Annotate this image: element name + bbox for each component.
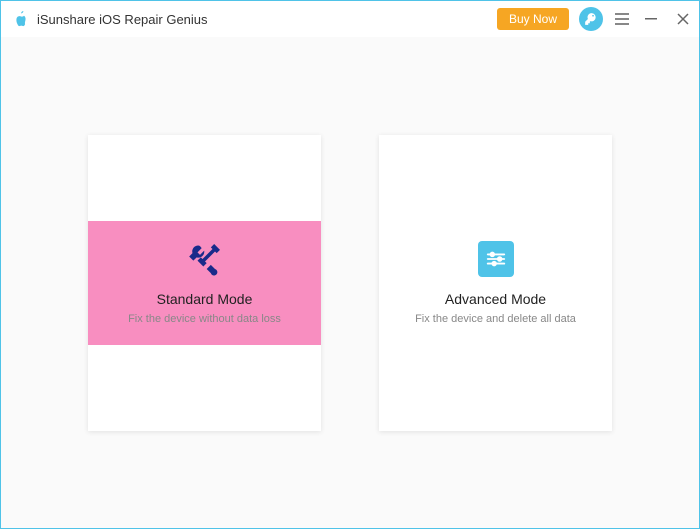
sliders-icon <box>478 239 514 279</box>
advanced-mode-content: Advanced Mode Fix the device and delete … <box>379 221 612 345</box>
menu-icon[interactable] <box>615 13 629 25</box>
advanced-mode-desc: Fix the device and delete all data <box>415 313 576 325</box>
advanced-mode-card[interactable]: Advanced Mode Fix the device and delete … <box>379 135 612 431</box>
buy-now-button[interactable]: Buy Now <box>497 8 569 30</box>
close-button[interactable] <box>675 11 691 27</box>
standard-mode-highlight: Standard Mode Fix the device without dat… <box>88 221 321 345</box>
standard-mode-title: Standard Mode <box>157 291 253 307</box>
titlebar: iSunshare iOS Repair Genius Buy Now <box>1 1 699 37</box>
main-content: Standard Mode Fix the device without dat… <box>1 37 699 528</box>
window-controls <box>643 11 691 27</box>
app-title: iSunshare iOS Repair Genius <box>37 12 208 27</box>
standard-mode-card[interactable]: Standard Mode Fix the device without dat… <box>88 135 321 431</box>
tools-icon <box>185 239 225 279</box>
app-logo-icon <box>11 10 29 28</box>
standard-mode-desc: Fix the device without data loss <box>128 313 281 325</box>
key-button[interactable] <box>579 7 603 31</box>
minimize-button[interactable] <box>643 11 659 27</box>
advanced-mode-title: Advanced Mode <box>445 291 546 307</box>
